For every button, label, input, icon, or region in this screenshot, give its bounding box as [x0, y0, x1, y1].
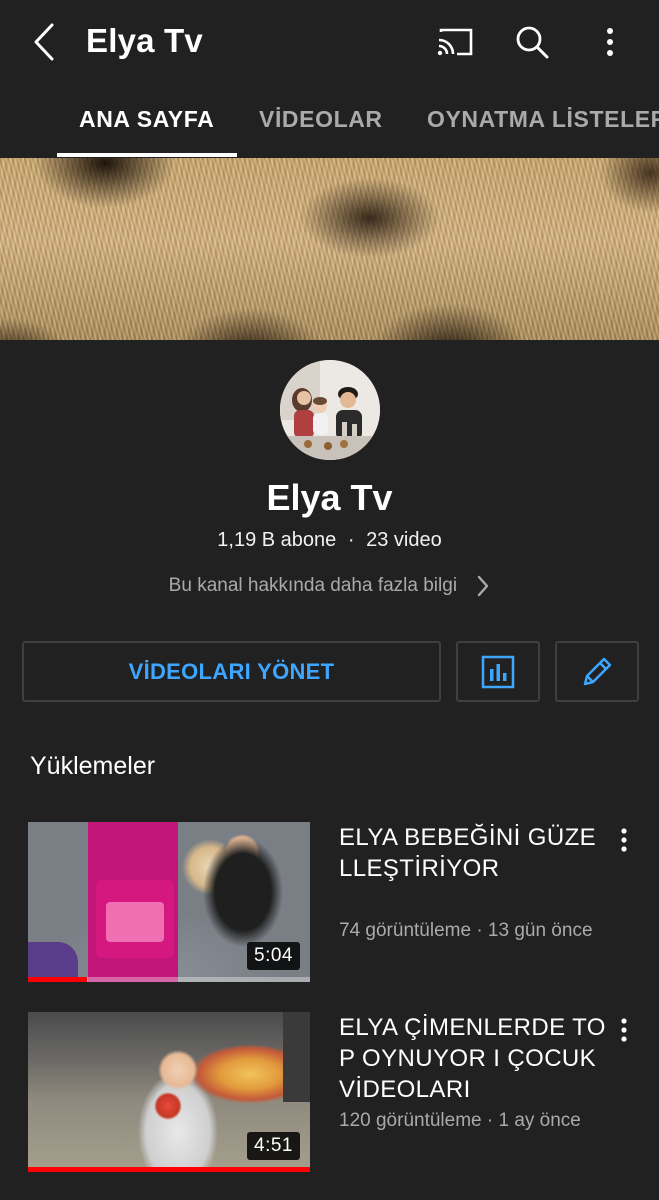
video-item[interactable]: 5:04 ELYA BEBEĞİNİ GÜZELLEŞTİRİYOR 74 gö… [0, 822, 659, 982]
video-meta: 74 görüntüleme · 13 gün önce [339, 920, 593, 941]
video-thumbnail[interactable]: 4:51 [28, 1012, 310, 1172]
channel-name: Elya Tv [266, 477, 393, 518]
edit-channel-button[interactable] [555, 641, 639, 702]
top-app-bar: Elya Tv [0, 0, 659, 88]
subscriber-count: 1,19 B abone [217, 529, 337, 551]
channel-title: Elya Tv [86, 22, 203, 59]
analytics-icon [481, 655, 515, 688]
about-channel-link[interactable]: Bu kanal hakkında daha fazla bilgi [0, 574, 659, 604]
back-button[interactable] [24, 20, 64, 64]
video-item[interactable]: 4:51 ELYA ÇİMENLERDE TOP OYNUYOR I ÇOCUK… [0, 1012, 659, 1172]
tab-videos[interactable]: VİDEOLAR [259, 88, 383, 158]
channel-banner [0, 158, 659, 340]
chevron-right-icon [478, 575, 489, 597]
watch-progress-bar [28, 977, 88, 982]
uploads-section-title: Yüklemeler [30, 752, 156, 780]
thumbnail-detail [28, 942, 78, 982]
video-duration: 4:51 [247, 1132, 300, 1160]
avatar-photo [280, 360, 380, 460]
more-vertical-icon [621, 1018, 627, 1042]
chevron-left-icon [34, 23, 54, 61]
analytics-button[interactable] [456, 641, 540, 702]
more-vertical-icon [607, 28, 613, 56]
channel-tabs: ANA SAYFA VİDEOLAR OYNATMA LİSTELERİ [0, 88, 659, 158]
about-link-label: Bu kanal hakkında daha fazla bilgi [168, 575, 458, 597]
video-title[interactable]: ELYA ÇİMENLERDE TOP OYNUYOR I ÇOCUK VİDE… [339, 1012, 607, 1105]
active-tab-indicator [57, 153, 237, 157]
more-vertical-icon [621, 828, 627, 852]
channel-avatar[interactable] [280, 360, 380, 460]
manage-videos-button[interactable]: VİDEOLARI YÖNET [22, 641, 441, 702]
more-options-button[interactable] [588, 20, 632, 64]
thumbnail-detail [106, 902, 164, 942]
watch-progress-bar [28, 1167, 310, 1172]
stats-separator: · [347, 529, 355, 551]
video-title[interactable]: ELYA BEBEĞİNİ GÜZELLEŞTİRİYOR [339, 822, 607, 884]
video-menu-button[interactable] [608, 1014, 640, 1046]
video-count: 23 video [366, 529, 442, 551]
search-button[interactable] [510, 20, 554, 64]
channel-stats: 1,19 B abone · 23 video [0, 529, 659, 552]
cast-button[interactable] [433, 20, 477, 64]
video-menu-button[interactable] [608, 824, 640, 856]
tab-home[interactable]: ANA SAYFA [79, 88, 214, 158]
video-meta: 120 görüntüleme · 1 ay önce [339, 1110, 581, 1131]
thumbnail-detail [283, 1012, 310, 1102]
video-thumbnail[interactable]: 5:04 [28, 822, 310, 982]
tab-playlists[interactable]: OYNATMA LİSTELERİ [427, 88, 659, 158]
search-icon [516, 26, 549, 59]
pencil-icon [583, 657, 612, 685]
video-duration: 5:04 [247, 942, 300, 970]
cast-icon [437, 28, 473, 56]
